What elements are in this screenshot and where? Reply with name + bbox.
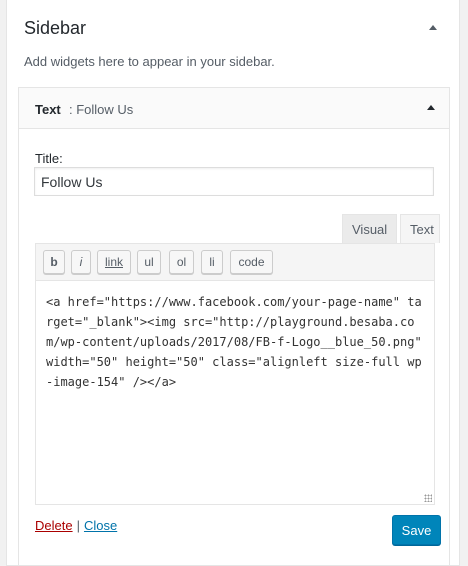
title-field-label: Title: [35,151,63,166]
tab-text[interactable]: Text [400,214,440,243]
unordered-list-button[interactable]: ul [137,250,161,274]
sidebar-description: Add widgets here to appear in your sideb… [24,54,275,69]
tab-visual[interactable]: Visual [342,214,397,243]
widget-instance-title: : Follow Us [69,102,134,117]
title-input[interactable] [34,167,434,196]
link-button[interactable]: link [97,250,131,274]
save-button[interactable]: Save [392,515,441,545]
widget-control-actions: Delete | Close [35,518,117,533]
text-widget: Text : Follow Us Title: Visual Text b i … [18,87,450,566]
widget-type-label: Text [35,102,61,117]
list-item-button[interactable]: li [201,250,223,274]
action-separator: | [76,518,80,533]
widget-header[interactable]: Text : Follow Us [19,88,449,129]
content-textarea[interactable]: <a href="https://www.facebook.com/your-p… [36,281,434,504]
ordered-list-button[interactable]: ol [169,250,194,274]
sidebar-area: Sidebar Add widgets here to appear in yo… [6,0,460,566]
sidebar-title: Sidebar [24,18,87,38]
italic-button[interactable]: i [71,250,91,274]
code-button[interactable]: code [230,250,273,274]
sidebar-collapse-arrow-icon[interactable] [429,25,437,30]
delete-link[interactable]: Delete [35,518,73,533]
resize-handle-icon[interactable] [424,494,432,502]
widget-collapse-arrow-icon[interactable] [427,105,435,110]
text-editor: b i link ul ol li code <a href="https://… [35,243,435,505]
bold-button[interactable]: b [43,250,65,274]
close-link[interactable]: Close [84,518,117,533]
quicktags-toolbar: b i link ul ol li code [36,244,434,281]
